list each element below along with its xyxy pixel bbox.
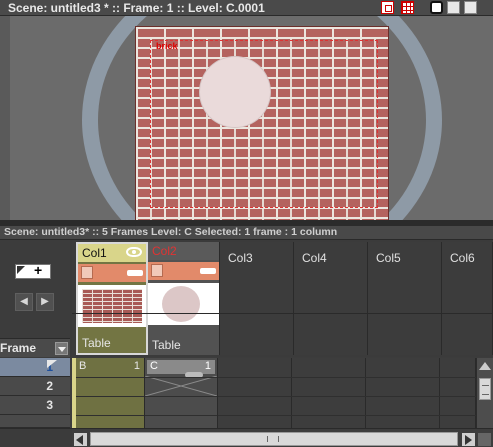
column-name: Col4	[302, 251, 327, 265]
column-name: Col3	[228, 251, 253, 265]
row-number: 3	[46, 398, 53, 412]
camstand-toggle-icon[interactable]	[151, 264, 163, 277]
row-number-2[interactable]: 2	[0, 377, 70, 396]
column-name[interactable]: Col1	[82, 246, 107, 260]
new-level-button[interactable]: +	[15, 262, 51, 279]
cell-frame-number: 1	[204, 360, 211, 372]
frame-label: Frame	[0, 341, 37, 355]
scrollbar-corner-box	[478, 433, 491, 446]
row-number-1[interactable]: 1	[0, 358, 70, 377]
column-name[interactable]: Col2	[152, 244, 177, 258]
disk-level-image[interactable]	[200, 57, 270, 127]
xsheet-header: + ◀ ▶ Frame Col1 Table Col2 Table Col3 C…	[0, 240, 493, 357]
column-thumbnail	[148, 283, 219, 325]
row-number: 2	[46, 379, 53, 393]
cell-column-col4[interactable]	[292, 358, 366, 428]
frame-header: Frame	[0, 338, 70, 357]
column-header-col3[interactable]: Col3	[220, 242, 294, 355]
field-guide-icon[interactable]	[401, 1, 414, 14]
column-thumbnail	[78, 285, 146, 327]
camera-stand-view-icon[interactable]	[430, 1, 443, 14]
preview-visible-eye-icon[interactable]	[126, 247, 142, 257]
plus-icon: +	[34, 262, 43, 278]
column-pegbar[interactable]: Table	[152, 338, 181, 352]
selected-cell[interactable]: C 1	[147, 360, 215, 374]
corner-icon	[17, 266, 25, 274]
cell-level-name: C	[150, 360, 158, 372]
empty-cell-cross-icon	[145, 376, 217, 396]
column-header-col4[interactable]: Col4	[294, 242, 368, 355]
viewer-title: Scene: untitled3 * :: Frame: 1 :: Level:…	[8, 1, 265, 15]
3d-view-icon[interactable]	[447, 1, 460, 14]
cell-divider	[145, 396, 217, 397]
vertical-scroll-thumb[interactable]	[479, 378, 491, 400]
horizontal-scrollbar[interactable]	[72, 428, 493, 447]
cell-divider	[76, 415, 144, 416]
cell-divider	[218, 396, 476, 397]
cell-divider	[76, 377, 144, 378]
column-headers: Col1 Table Col2 Table Col3 Col4 Col5 Col…	[72, 240, 493, 357]
xsheet-info: Scene: untitled3* :: 5 Frames Level: C S…	[4, 226, 338, 238]
header-separator	[72, 313, 493, 314]
current-frame-marker-icon[interactable]	[47, 360, 57, 368]
column-header-col1[interactable]: Col1 Table	[76, 242, 148, 355]
xsheet-cells: 1 2 3 B 1 C 1	[0, 358, 493, 428]
cell-divider	[218, 377, 476, 378]
cell-level-name: B	[79, 360, 87, 372]
camera-frame-guide	[150, 40, 378, 208]
column-header-col6[interactable]: Col6	[442, 242, 493, 355]
camstand-toggle-icon[interactable]	[81, 266, 93, 279]
cell-divider	[145, 377, 217, 378]
opacity-slider[interactable]	[200, 268, 216, 274]
empty-cell-grid[interactable]	[218, 358, 476, 428]
row-number-4[interactable]	[0, 415, 70, 428]
opacity-slider[interactable]	[127, 270, 143, 276]
cell-divider	[76, 396, 144, 397]
cell-column-col1[interactable]: B 1	[72, 358, 145, 428]
viewer-toolbar: Scene: untitled3 * :: Frame: 1 :: Level:…	[0, 0, 493, 16]
vertical-scrollbar[interactable]	[476, 358, 493, 428]
row-number-3[interactable]: 3	[0, 396, 70, 415]
cell-divider	[218, 415, 476, 416]
scrollbar-corner	[0, 428, 72, 447]
cell-column-col2[interactable]: C 1	[145, 358, 218, 428]
disk-thumbnail	[162, 286, 200, 322]
scroll-left-icon[interactable]	[74, 433, 87, 446]
cell-column-col6[interactable]	[440, 358, 476, 428]
safe-area-icon[interactable]	[381, 1, 394, 14]
xsheet-tools: + ◀ ▶	[0, 240, 70, 340]
xsheet-info-bar: Scene: untitled3* :: 5 Frames Level: C S…	[0, 226, 493, 240]
viewer-canvas[interactable]: brick	[0, 16, 493, 220]
column-name-box: Col2	[148, 242, 219, 260]
viewer-left-edge	[0, 16, 10, 220]
column-header-col5[interactable]: Col5	[368, 242, 442, 355]
column-name: Col5	[376, 251, 401, 265]
next-column-button[interactable]: ▶	[36, 293, 54, 311]
cell-column-col3[interactable]	[218, 358, 292, 428]
cell-column-col5[interactable]	[366, 358, 440, 428]
column-level-bar	[78, 264, 146, 282]
column-pegbar[interactable]: Table	[82, 336, 111, 350]
column-name: Col6	[450, 251, 475, 265]
frame-dropdown-icon[interactable]	[55, 342, 68, 355]
column-level-bar	[148, 262, 219, 280]
horizontal-scroll-thumb[interactable]	[90, 432, 458, 446]
column-name-box: Col1	[78, 244, 146, 262]
cell-divider	[145, 415, 217, 416]
cell-frame-number: 1	[133, 360, 140, 372]
scroll-up-icon[interactable]	[479, 362, 491, 370]
column-header-col2[interactable]: Col2 Table	[148, 242, 220, 355]
scroll-right-icon[interactable]	[462, 433, 475, 446]
prev-column-button[interactable]: ◀	[15, 293, 33, 311]
camera-view-icon[interactable]	[464, 1, 477, 14]
